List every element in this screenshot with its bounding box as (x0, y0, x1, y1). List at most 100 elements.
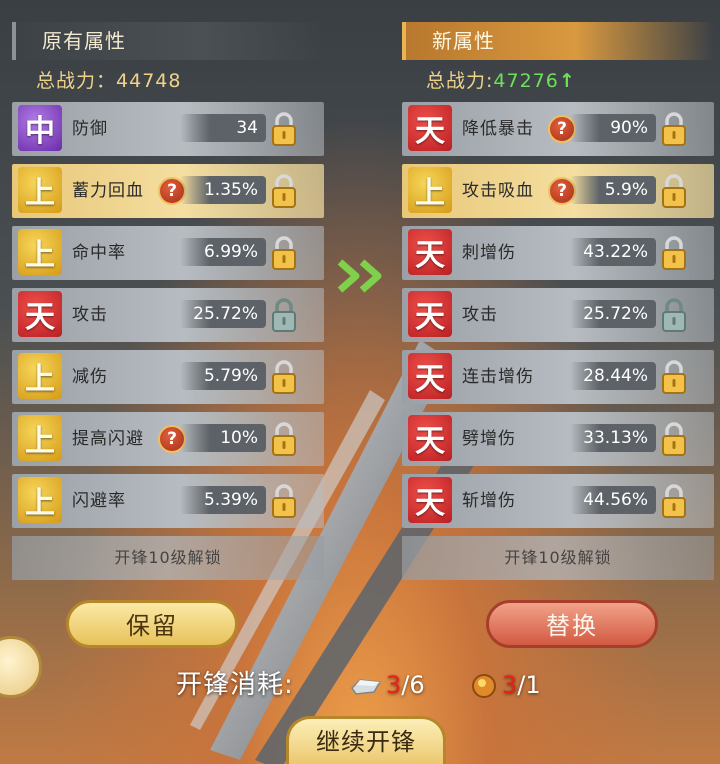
grade-badge: 中 (18, 105, 62, 151)
attribute-row: 上减伤 5.79% (12, 350, 324, 404)
unlock-hint: 开锋10级解锁 (402, 536, 714, 580)
attribute-row: 天刺增伤 43.22% (402, 226, 714, 280)
attribute-row: 上命中率 6.99% (12, 226, 324, 280)
ore-need: /6 (401, 671, 425, 699)
attribute-value: 6.99% (180, 238, 266, 266)
grade-badge: 上 (18, 477, 62, 523)
keep-button[interactable]: 保留 (66, 600, 238, 648)
attribute-value: 43.22% (570, 238, 656, 266)
attribute-value: 90% (570, 114, 656, 142)
attribute-value: 25.72% (570, 300, 656, 328)
double-chevron-right-icon (337, 259, 382, 293)
attribute-name: 斩增伤 (462, 491, 516, 511)
ore-have: 3 (386, 671, 402, 699)
padlock-icon[interactable] (660, 173, 688, 209)
padlock-icon[interactable] (270, 173, 298, 209)
grade-badge: 上 (18, 167, 62, 213)
attribute-name: 命中率 (72, 243, 126, 263)
grade-badge: 上 (18, 353, 62, 399)
attribute-name: 减伤 (72, 367, 108, 387)
attribute-refine-screen: 原有属性 总战力：44748 中防御 34 上蓄力回血? 1.35% 上命中率 6.9… (0, 0, 720, 764)
original-attributes-panel: 原有属性 总战力：44748 中防御 34 上蓄力回血? 1.35% 上命中率 6.9… (12, 22, 324, 580)
ore-cost: 3/6 (350, 664, 425, 706)
attribute-value: 34 (180, 114, 266, 142)
attribute-name: 提高闪避 (72, 429, 144, 449)
unlock-hint: 开锋10级解锁 (12, 536, 324, 580)
replace-button[interactable]: 替换 (486, 600, 658, 648)
attribute-value: 10% (180, 424, 266, 452)
grade-badge: 天 (408, 353, 452, 399)
continue-refine-button[interactable]: 继续开锋 (286, 716, 446, 764)
original-total-power: 总战力：44748 (12, 60, 324, 102)
arrow-up-icon: ↑ (558, 70, 576, 92)
attribute-value: 44.56% (570, 486, 656, 514)
new-attributes-title: 新属性 (402, 22, 714, 60)
padlock-icon[interactable] (270, 359, 298, 395)
grade-badge: 上 (18, 415, 62, 461)
attribute-row: 天连击增伤 28.44% (402, 350, 714, 404)
padlock-icon[interactable] (660, 111, 688, 147)
attribute-name: 攻击吸血 (462, 181, 534, 201)
attribute-name: 闪避率 (72, 491, 126, 511)
attribute-row: 天劈增伤 33.13% (402, 412, 714, 466)
attribute-row: 上攻击吸血? 5.9% (402, 164, 714, 218)
grade-badge: 天 (408, 415, 452, 461)
grade-badge: 上 (408, 167, 452, 213)
fire-gem-icon (472, 674, 496, 698)
power-value: 44748 (116, 70, 182, 92)
grade-badge: 天 (408, 291, 452, 337)
attribute-name: 降低暴击 (462, 119, 534, 139)
grade-badge: 天 (408, 105, 452, 151)
ore-ingot-icon (351, 679, 382, 695)
padlock-icon[interactable] (660, 297, 688, 333)
padlock-icon[interactable] (270, 421, 298, 457)
original-attribute-list: 中防御 34 上蓄力回血? 1.35% 上命中率 6.99% 天攻击 25.72% 上减… (12, 102, 324, 528)
attribute-row: 天斩增伤 44.56% (402, 474, 714, 528)
padlock-icon[interactable] (270, 111, 298, 147)
attribute-value: 25.72% (180, 300, 266, 328)
padlock-icon[interactable] (660, 359, 688, 395)
attribute-name: 防御 (72, 119, 108, 139)
gem-have: 3 (502, 671, 518, 699)
padlock-icon[interactable] (660, 483, 688, 519)
original-attributes-title: 原有属性 (12, 22, 324, 60)
new-total-power: 总战力:47276↑ (402, 60, 714, 102)
attribute-row: 上闪避率 5.39% (12, 474, 324, 528)
padlock-icon[interactable] (660, 421, 688, 457)
grade-badge: 天 (18, 291, 62, 337)
chat-bubble-button[interactable] (0, 636, 42, 698)
attribute-row: 天降低暴击? 90% (402, 102, 714, 156)
new-attributes-panel: 新属性 总战力:47276↑ 天降低暴击? 90% 上攻击吸血? 5.9% 天刺增伤… (402, 22, 714, 580)
gem-need: /1 (517, 671, 541, 699)
attribute-name: 刺增伤 (462, 243, 516, 263)
new-attribute-list: 天降低暴击? 90% 上攻击吸血? 5.9% 天刺增伤 43.22% 天攻击 25.72… (402, 102, 714, 528)
gem-cost: 3/1 (470, 664, 541, 706)
attribute-row: 上蓄力回血? 1.35% (12, 164, 324, 218)
attribute-value: 5.39% (180, 486, 266, 514)
grade-badge: 天 (408, 477, 452, 523)
attribute-value: 1.35% (180, 176, 266, 204)
attribute-name: 连击增伤 (462, 367, 534, 387)
refine-cost-label: 开锋消耗: (176, 670, 294, 700)
attribute-row: 中防御 34 (12, 102, 324, 156)
padlock-icon[interactable] (270, 297, 298, 333)
attribute-name: 蓄力回血 (72, 181, 144, 201)
attribute-value: 5.9% (570, 176, 656, 204)
padlock-icon[interactable] (270, 483, 298, 519)
attribute-value: 28.44% (570, 362, 656, 390)
attribute-name: 攻击 (72, 305, 108, 325)
attribute-name: 劈增伤 (462, 429, 516, 449)
attribute-value: 33.13% (570, 424, 656, 452)
power-label: 总战力: (426, 70, 494, 92)
attribute-row: 上提高闪避? 10% (12, 412, 324, 466)
power-value: 47276 (493, 70, 559, 92)
grade-badge: 天 (408, 229, 452, 275)
padlock-icon[interactable] (270, 235, 298, 271)
attribute-row: 天攻击 25.72% (402, 288, 714, 342)
grade-badge: 上 (18, 229, 62, 275)
attribute-value: 5.79% (180, 362, 266, 390)
attribute-row: 天攻击 25.72% (12, 288, 324, 342)
padlock-icon[interactable] (660, 235, 688, 271)
power-label: 总战力： (36, 70, 117, 92)
attribute-name: 攻击 (462, 305, 498, 325)
